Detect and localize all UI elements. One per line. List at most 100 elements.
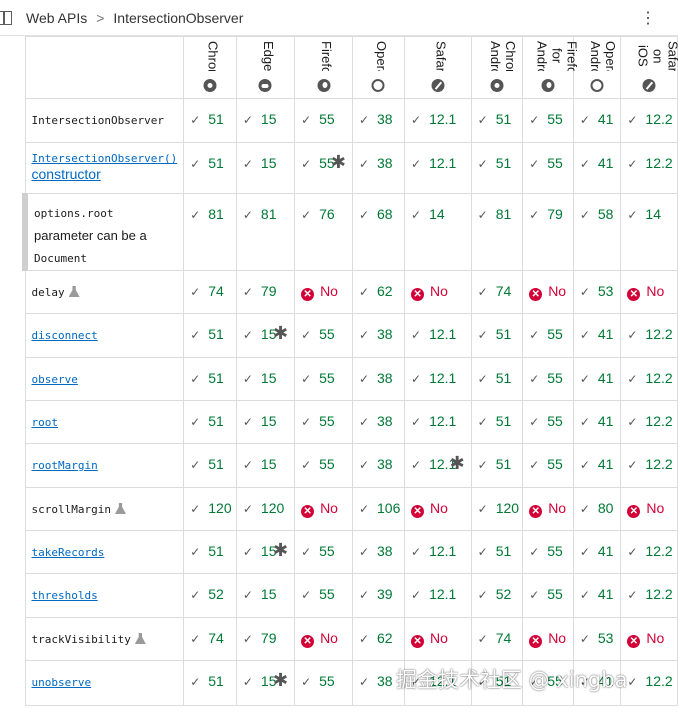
support-cell[interactable]: ✓ 55 (522, 313, 574, 358)
support-cell[interactable]: ✓ 38 (351, 98, 406, 143)
support-cell[interactable]: ✓ 39 (351, 573, 406, 618)
support-cell[interactable]: ✓ 15 (235, 357, 296, 401)
support-cell[interactable]: ✓ 15 (235, 443, 296, 488)
support-cell[interactable]: ✓ 51 (183, 357, 237, 401)
support-cell[interactable]: ✓ 12.2 (620, 357, 678, 401)
support-cell[interactable]: ✓ 74 (183, 270, 237, 314)
support-cell[interactable]: ✓ 120 (183, 487, 237, 531)
support-cell[interactable]: ✓ 15 (235, 98, 296, 143)
support-cell[interactable]: ✓ 55 (294, 400, 353, 444)
support-cell[interactable]: ✓ 120 (470, 487, 524, 531)
support-cell[interactable]: ✓ 55 (294, 443, 353, 488)
support-cell[interactable]: ✓ 55 (294, 357, 353, 401)
support-cell[interactable]: ✓ 51 (470, 98, 524, 143)
support-cell[interactable]: ✓ 81 (470, 193, 524, 271)
support-cell[interactable]: ✓ 51 (183, 98, 237, 143)
support-cell[interactable]: ✕ No (522, 270, 574, 314)
support-cell[interactable]: ✓ 62 (351, 617, 406, 661)
support-cell[interactable]: ✓ 12.2 (620, 660, 678, 706)
support-cell[interactable]: ✓ 12.2 (620, 313, 678, 358)
support-cell[interactable]: ✓ 55 (522, 98, 574, 143)
support-cell[interactable]: ✓ 55 (522, 142, 574, 194)
support-cell[interactable]: ✓ 12.1 (404, 530, 472, 574)
support-cell[interactable]: ✓ 14 (404, 193, 472, 271)
support-cell[interactable]: ✓ 74 (470, 270, 524, 314)
support-cell[interactable]: ✓ 51 (470, 400, 524, 444)
support-cell[interactable]: ✓ 55 (294, 660, 353, 706)
support-cell[interactable]: ✓ 51 (183, 400, 237, 444)
support-cell[interactable]: ✕ No (294, 617, 353, 661)
support-cell[interactable]: ✓ 68 (351, 193, 406, 271)
support-cell[interactable]: ✓ 51 (183, 660, 237, 706)
more-options-icon[interactable]: ⋮ (640, 8, 656, 28)
support-cell[interactable]: ✓ 55 (522, 573, 574, 618)
support-cell[interactable]: ✓ 81 (235, 193, 296, 271)
support-cell[interactable]: ✓ 41 (572, 530, 622, 574)
support-cell[interactable]: ✓ 15 ✱ (235, 530, 296, 574)
support-cell[interactable]: ✓ 41 (572, 443, 622, 488)
support-cell[interactable]: ✓ 15 (235, 400, 296, 444)
support-cell[interactable]: ✓ 41 (572, 313, 622, 358)
support-cell[interactable]: ✓ 55 ✱ (294, 142, 353, 194)
support-cell[interactable]: ✓ 41 (572, 573, 622, 618)
feature-link[interactable]: disconnect (32, 329, 98, 342)
support-cell[interactable]: ✓ 15 (235, 142, 296, 194)
support-cell[interactable]: ✓ 12.2 (620, 573, 678, 618)
support-cell[interactable]: ✓ 55 (522, 443, 574, 488)
support-cell[interactable]: ✓ 120 (235, 487, 296, 531)
support-cell[interactable]: ✓ 38 (351, 530, 406, 574)
support-cell[interactable]: ✕ No (620, 270, 678, 314)
support-cell[interactable]: ✓ 52 (183, 573, 237, 618)
support-cell[interactable]: ✓ 81 (183, 193, 237, 271)
support-cell[interactable]: ✓ 55 (522, 530, 574, 574)
support-cell[interactable]: ✓ 15 ✱ (235, 660, 296, 706)
support-cell[interactable]: ✓ 51 (183, 443, 237, 488)
support-cell[interactable]: ✕ No (294, 270, 353, 314)
support-cell[interactable]: ✓ 62 (351, 270, 406, 314)
support-cell[interactable]: ✓ 55 (294, 573, 353, 618)
feature-link[interactable]: root (32, 416, 59, 429)
support-cell[interactable]: ✓ 15 ✱ (235, 313, 296, 358)
support-cell[interactable]: ✓ 12.2 (620, 400, 678, 444)
support-cell[interactable]: ✓ 12.1 (404, 98, 472, 143)
support-cell[interactable]: ✕ No (620, 487, 678, 531)
support-cell[interactable]: ✓ 55 (522, 357, 574, 401)
support-cell[interactable]: ✓ 38 (351, 400, 406, 444)
support-cell[interactable]: ✕ No (404, 617, 472, 661)
support-cell[interactable]: ✓ 12.1 (404, 400, 472, 444)
support-cell[interactable]: ✓ 12.1 (404, 573, 472, 618)
support-cell[interactable]: ✓ 55 (294, 98, 353, 143)
support-cell[interactable]: ✓ 51 (470, 443, 524, 488)
support-cell[interactable]: ✓ 14 (620, 193, 678, 271)
support-cell[interactable]: ✓ 12.1 ✱ (404, 443, 472, 488)
support-cell[interactable]: ✓ 55 (294, 313, 353, 358)
feature-link[interactable]: unobserve (32, 676, 92, 689)
support-cell[interactable]: ✓ 53 (572, 617, 622, 661)
support-cell[interactable]: ✓ 106 (351, 487, 406, 531)
support-cell[interactable]: ✓ 12.2 (620, 98, 678, 143)
feature-link[interactable]: takeRecords (32, 546, 105, 559)
support-cell[interactable]: ✓ 12.1 (404, 142, 472, 194)
feature-link[interactable]: IntersectionObserver() (32, 152, 178, 165)
support-cell[interactable]: ✓ 51 (470, 142, 524, 194)
support-cell[interactable]: ✓ 12.2 (620, 142, 678, 194)
support-cell[interactable]: ✓ 38 (351, 313, 406, 358)
support-cell[interactable]: ✓ 74 (470, 617, 524, 661)
support-cell[interactable]: ✓ 15 (235, 573, 296, 618)
feature-link[interactable]: observe (32, 373, 78, 386)
feature-link-suffix[interactable]: constructor (32, 166, 101, 182)
support-cell[interactable]: ✓ 79 (235, 617, 296, 661)
support-cell[interactable]: ✓ 51 (470, 530, 524, 574)
support-cell[interactable]: ✓ 76 (294, 193, 353, 271)
support-cell[interactable]: ✓ 51 (183, 313, 237, 358)
support-cell[interactable]: ✓ 51 (183, 530, 237, 574)
support-cell[interactable]: ✕ No (404, 270, 472, 314)
support-cell[interactable]: ✓ 12.1 (404, 313, 472, 358)
support-cell[interactable]: ✕ No (294, 487, 353, 531)
support-cell[interactable]: ✕ No (522, 617, 574, 661)
support-cell[interactable]: ✓ 12.1 (404, 357, 472, 401)
support-cell[interactable]: ✓ 51 (183, 142, 237, 194)
support-cell[interactable]: ✓ 74 (183, 617, 237, 661)
support-cell[interactable]: ✓ 38 (351, 357, 406, 401)
support-cell[interactable]: ✓ 79 (235, 270, 296, 314)
